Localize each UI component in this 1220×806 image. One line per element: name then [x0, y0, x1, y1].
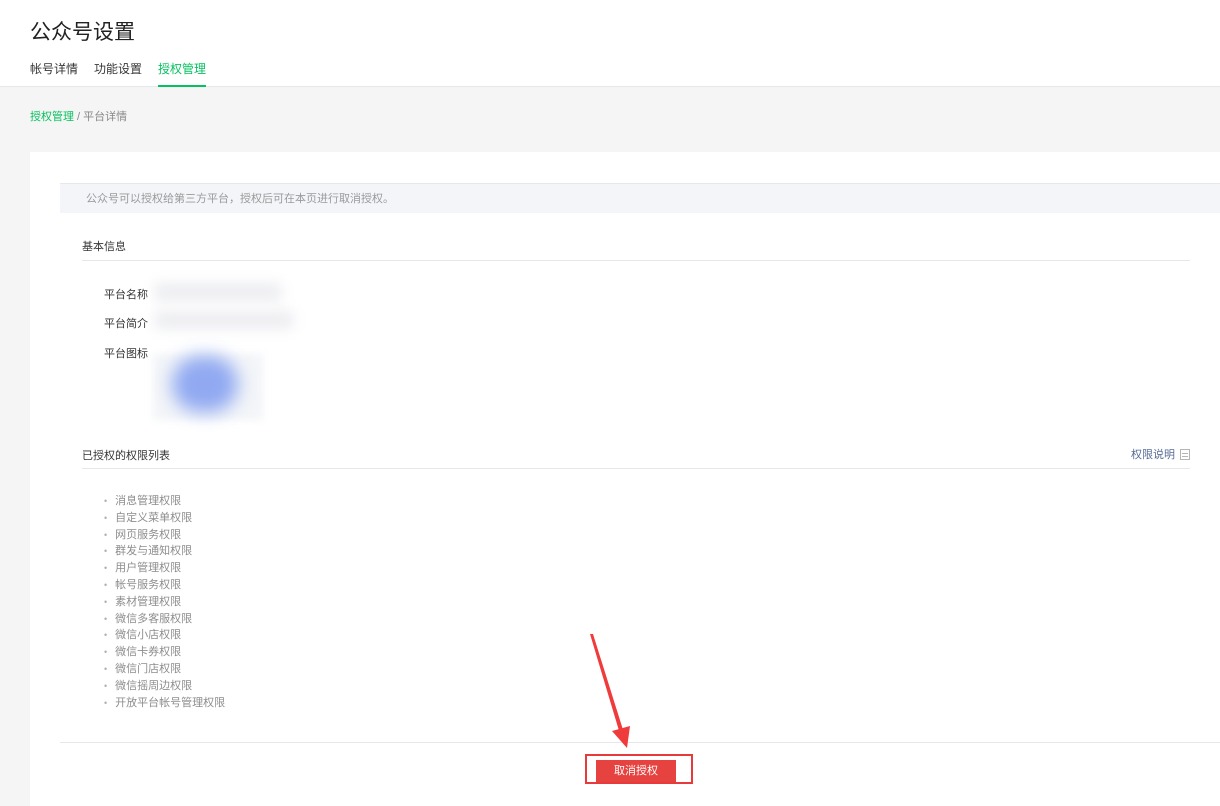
- page-title: 公众号设置: [30, 21, 135, 44]
- platform-intro-value-redacted: [154, 310, 294, 330]
- page-header: 公众号设置 帐号详情 功能设置 授权管理: [0, 0, 1220, 87]
- permissions-divider: [82, 468, 1190, 469]
- permission-item: 微信门店权限: [104, 661, 225, 678]
- basic-info-title: 基本信息: [82, 241, 126, 253]
- platform-icon-redacted: [172, 356, 238, 412]
- footer-divider: [60, 742, 1220, 743]
- breadcrumb-current: 平台详情: [83, 111, 128, 123]
- authorization-notice: 公众号可以授权给第三方平台，授权后可在本页进行取消授权。: [60, 183, 1220, 213]
- platform-detail-panel: 公众号可以授权给第三方平台，授权后可在本页进行取消授权。 基本信息 平台名称 平…: [30, 152, 1220, 806]
- breadcrumb: 授权管理 / 平台详情: [30, 108, 127, 124]
- basic-info-divider: [82, 260, 1190, 261]
- permission-item: 群发与通知权限: [104, 543, 225, 560]
- breadcrumb-separator: /: [74, 111, 84, 123]
- permission-item: 消息管理权限: [104, 493, 225, 510]
- permission-list: 消息管理权限 自定义菜单权限 网页服务权限 群发与通知权限 用户管理权限 帐号服…: [104, 493, 225, 711]
- permission-item: 素材管理权限: [104, 594, 225, 611]
- platform-name-value-redacted: [154, 282, 282, 302]
- permission-item: 网页服务权限: [104, 527, 225, 544]
- permission-item: 微信卡券权限: [104, 644, 225, 661]
- cancel-authorization-button[interactable]: 取消授权: [596, 760, 676, 782]
- permission-item: 微信摇周边权限: [104, 678, 225, 695]
- tab-account-details[interactable]: 帐号详情: [30, 60, 78, 87]
- document-icon: [1180, 448, 1190, 460]
- permission-item: 自定义菜单权限: [104, 510, 225, 527]
- platform-intro-label: 平台简介: [104, 318, 148, 330]
- permission-doc-label: 权限说明: [1131, 449, 1175, 461]
- permission-doc-link[interactable]: 权限说明: [1131, 446, 1190, 462]
- permission-item: 用户管理权限: [104, 560, 225, 577]
- tab-bar: 帐号详情 功能设置 授权管理: [30, 60, 222, 87]
- permission-item: 开放平台帐号管理权限: [104, 695, 225, 712]
- breadcrumb-link-authorization[interactable]: 授权管理: [30, 111, 74, 123]
- platform-icon-label: 平台图标: [104, 348, 148, 360]
- platform-name-label: 平台名称: [104, 289, 148, 301]
- permission-item: 帐号服务权限: [104, 577, 225, 594]
- permissions-title: 已授权的权限列表: [82, 450, 170, 462]
- permission-item: 微信多客服权限: [104, 611, 225, 628]
- tab-authorization-management[interactable]: 授权管理: [158, 60, 207, 87]
- permission-item: 微信小店权限: [104, 627, 225, 644]
- tab-function-settings[interactable]: 功能设置: [94, 60, 142, 87]
